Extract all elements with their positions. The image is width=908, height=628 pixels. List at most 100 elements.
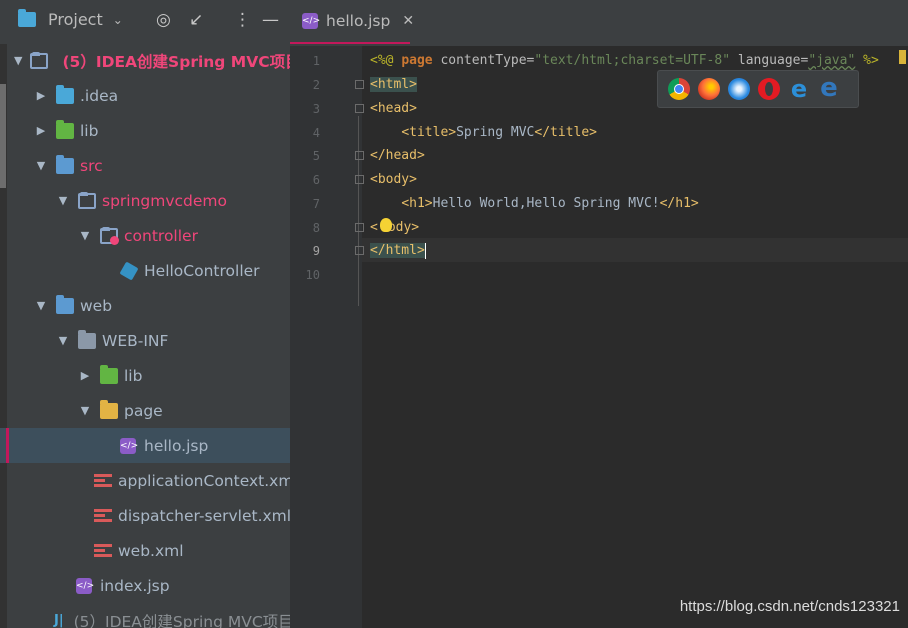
idea-folder-icon <box>56 84 74 104</box>
tab-label: hello.jsp <box>326 12 391 30</box>
warning-marker-icon[interactable] <box>899 50 906 64</box>
code-line-2[interactable]: <html> <box>370 74 417 96</box>
line-number: 4 <box>312 126 320 140</box>
close-icon[interactable]: ✕ <box>402 13 414 29</box>
ie-icon[interactable]: e <box>788 77 810 101</box>
chevron-down-icon[interactable]: ▼ <box>34 159 48 172</box>
tree-item-src[interactable]: ▼ src <box>0 148 290 183</box>
chevron-down-icon[interactable]: ▼ <box>78 404 92 417</box>
web-folder-icon <box>56 294 74 314</box>
fold-marker-icon[interactable] <box>355 104 364 113</box>
code-line-1[interactable]: <%@ page contentType="text/html;charset=… <box>370 50 879 72</box>
code-string: "java" <box>808 53 856 68</box>
tree-item-web[interactable]: ▼ web <box>0 288 290 323</box>
code-line-9[interactable]: </html> <box>370 240 426 262</box>
tree-item-springmvcdemo[interactable]: ▼ springmvcdemo <box>0 183 290 218</box>
chevron-down-icon[interactable]: ▼ <box>56 334 70 347</box>
xml-file-icon <box>94 507 112 524</box>
opera-icon[interactable] <box>758 78 780 100</box>
safari-icon[interactable] <box>728 78 750 100</box>
code-line-8[interactable]: < ody> <box>370 217 419 239</box>
tree-item-index-jsp[interactable]: </> index.jsp <box>0 568 290 603</box>
line-number: 10 <box>305 268 320 282</box>
tree-item-label: index.jsp <box>100 576 170 595</box>
tree-item-iml[interactable]: J| (5）IDEA创建Spring MVC项目 <box>0 603 290 628</box>
tree-item-label: .idea <box>80 86 119 105</box>
tree-item-label: page <box>124 401 163 420</box>
code-tag: <body> <box>370 172 417 187</box>
code-tag: ody> <box>387 220 420 235</box>
chevron-down-icon[interactable]: ▼ <box>56 194 70 207</box>
chrome-icon[interactable] <box>668 78 690 100</box>
tree-item-applicationcontext-xml[interactable]: applicationContext.xml <box>0 463 290 498</box>
line-number: 9 <box>312 244 320 258</box>
package-folder-icon <box>78 191 96 209</box>
library-folder-icon <box>100 364 118 384</box>
tree-item-page[interactable]: ▼ page <box>0 393 290 428</box>
tree-item-label: lib <box>80 121 99 140</box>
line-number: 6 <box>312 173 320 187</box>
jsp-directive-open: <%@ <box>370 53 402 68</box>
code-line-6[interactable]: <body> <box>370 169 417 191</box>
code-tag: <h1> <box>401 196 433 211</box>
collapse-all-icon[interactable]: ↙ <box>189 10 203 30</box>
tree-item-controller[interactable]: ▼ controller <box>0 218 290 253</box>
project-tool-window: Project ⌄ ◎ ↙ ⋮ — ▼ (5）IDEA创建Spring MVC项… <box>0 0 290 628</box>
tree-item-label: web <box>80 296 113 315</box>
lightbulb-icon[interactable] <box>380 218 392 232</box>
fold-marker-icon[interactable] <box>355 151 364 160</box>
iml-file-icon: J| <box>54 613 64 628</box>
chevron-right-icon[interactable]: ▶ <box>34 124 48 137</box>
code-line-7[interactable]: <h1>Hello World,Hello Spring MVC!</h1> <box>370 193 698 215</box>
indent-guide <box>358 116 359 306</box>
code-text: Spring MVC <box>456 125 535 140</box>
text-caret <box>424 242 426 259</box>
class-icon <box>119 260 139 281</box>
jsp-file-icon: </> <box>120 437 138 454</box>
chevron-down-icon[interactable]: ▼ <box>78 229 92 242</box>
project-icon <box>18 9 36 27</box>
edge-icon[interactable]: e <box>818 75 840 101</box>
tree-item-label: controller <box>124 226 198 245</box>
tree-item-label: HelloController <box>144 261 260 280</box>
chevron-down-icon[interactable]: ▼ <box>14 54 22 67</box>
tab-hello-jsp[interactable]: </> hello.jsp ✕ <box>290 0 414 44</box>
tree-item-web-inf[interactable]: ▼ WEB-INF <box>0 323 290 358</box>
fold-marker-icon[interactable] <box>355 175 364 184</box>
tree-item-idea[interactable]: ▶ .idea <box>0 78 290 113</box>
tree-item-lib[interactable]: ▶ lib <box>0 113 290 148</box>
editor-tab-bar: </> hello.jsp ✕ <box>290 0 908 46</box>
code-line-5[interactable]: </head> <box>370 145 425 167</box>
line-number: 5 <box>312 149 320 163</box>
chevron-down-icon[interactable]: ▼ <box>34 299 48 312</box>
code-text: Hello World,Hello Spring MVC! <box>432 196 660 211</box>
open-in-browser-bar: e e <box>657 70 859 108</box>
fold-marker-icon[interactable] <box>355 80 364 89</box>
project-view-selector[interactable]: Project ⌄ <box>18 9 123 29</box>
hide-panel-icon[interactable]: — <box>262 10 279 30</box>
target-icon[interactable]: ◎ <box>156 10 171 30</box>
tree-item-project-root[interactable]: ▼ (5）IDEA创建Spring MVC项目 ( <box>0 43 290 78</box>
code-line-3[interactable]: <head> <box>370 98 417 120</box>
tree-item-hellocontroller[interactable]: HelloController <box>0 253 290 288</box>
fold-marker-icon[interactable] <box>355 246 364 255</box>
tree-item-label: WEB-INF <box>102 331 169 350</box>
module-folder-icon <box>30 51 49 69</box>
current-line-highlight <box>362 238 908 262</box>
controller-folder-icon <box>100 226 119 245</box>
fold-marker-icon[interactable] <box>355 223 364 232</box>
firefox-icon[interactable] <box>698 78 720 100</box>
tree-item-label: lib <box>124 366 143 385</box>
tree-item-hello-jsp[interactable]: </> hello.jsp <box>0 428 290 463</box>
tree-item-label: src <box>80 156 103 175</box>
code-line-4[interactable]: <title>Spring MVC</title> <box>370 122 597 144</box>
chevron-right-icon[interactable]: ▶ <box>78 369 92 382</box>
code-tag: <title> <box>401 125 457 140</box>
options-menu-icon[interactable]: ⋮ <box>234 10 251 30</box>
tree-item-dispatcher-servlet-xml[interactable]: dispatcher-servlet.xml <box>0 498 290 533</box>
line-number: 8 <box>312 221 320 235</box>
folder-icon <box>78 329 96 349</box>
tree-item-web-xml[interactable]: web.xml <box>0 533 290 568</box>
chevron-right-icon[interactable]: ▶ <box>34 89 48 102</box>
tree-item-web-inf-lib[interactable]: ▶ lib <box>0 358 290 393</box>
